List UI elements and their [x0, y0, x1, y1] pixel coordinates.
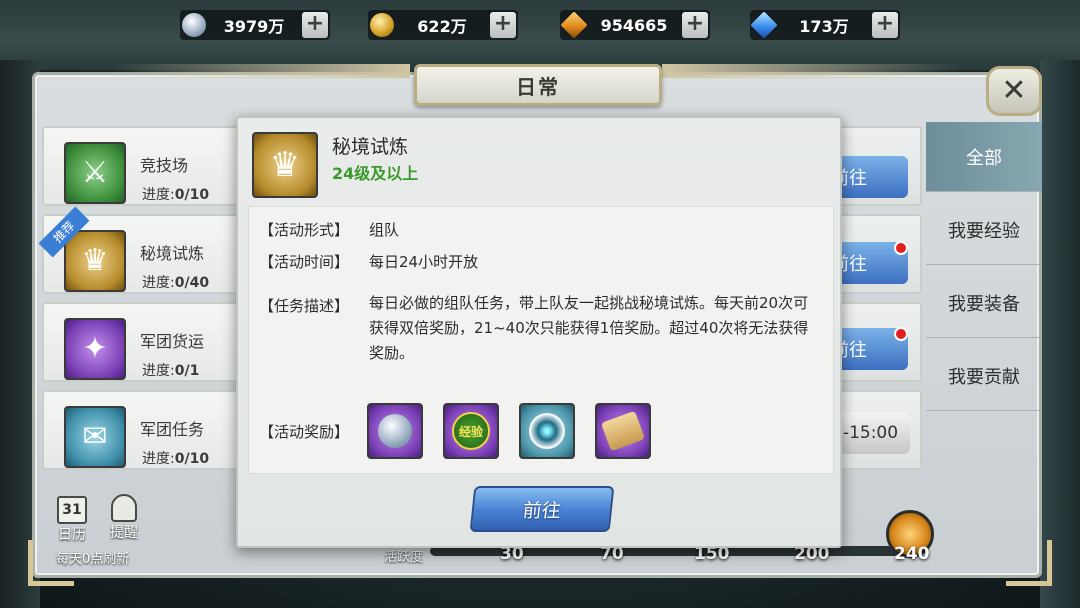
close-button[interactable]: ✕	[986, 66, 1042, 116]
add-silver-button[interactable]: +	[302, 12, 328, 38]
list-item-legion-task[interactable]: ✉ 军团任务 进度:0/10	[42, 390, 252, 470]
crown-icon: ♛	[252, 132, 318, 198]
form-label: 【活动形式】	[259, 221, 350, 239]
activity-name: 竞技场	[140, 156, 189, 175]
calendar-button[interactable]: 31 日历	[54, 496, 90, 544]
blue-diamond-icon	[750, 11, 778, 39]
activity-name: 秘境试炼	[140, 244, 205, 263]
window-title-banner: 日常	[414, 64, 662, 106]
list-item-secret-trial[interactable]: ♛ 推荐 秘境试炼 进度:0/40	[38, 206, 252, 294]
activity-name: 军团货运	[140, 332, 205, 351]
tab-contribution[interactable]: 我要贡献	[926, 341, 1042, 411]
title-wing-right	[662, 64, 962, 78]
currency-diamond: 173万 +	[750, 10, 900, 40]
exp-badge: 经验	[452, 412, 490, 450]
activity-name: 军团任务	[140, 420, 205, 439]
currency-gold: 622万 +	[368, 10, 518, 40]
activity-detail-popup: ♛ 秘境试炼 24级及以上 【活动形式】 组队 【活动时间】 每日24小时开放 …	[236, 116, 842, 548]
window-title: 日常	[516, 74, 560, 99]
scene-background-top	[0, 0, 1080, 70]
activity-points-label: 活跃度	[384, 550, 424, 565]
form-value: 组队	[369, 221, 400, 239]
description-label: 【任务描述】	[259, 297, 350, 315]
activity-progress: 进度:0/40	[142, 275, 210, 291]
crown-icon: ♛	[64, 230, 126, 292]
popup-title: 秘境试炼	[332, 136, 409, 158]
crossed-swords-icon: ⚔	[64, 142, 126, 204]
add-diamond-button[interactable]: +	[872, 12, 898, 38]
scroll-icon: ✉	[64, 406, 126, 468]
currency-gold-value: 622万	[417, 17, 467, 36]
activity-info-box: 【活动形式】 组队 【活动时间】 每日24小时开放 【任务描述】 每日必做的组队…	[248, 206, 834, 474]
scroll-reward-icon[interactable]	[595, 403, 651, 459]
activity-progress: 进度:0/10	[142, 451, 210, 467]
tab-all[interactable]: 全部	[926, 122, 1042, 192]
gold-coin-icon	[370, 13, 394, 37]
time-value: 每日24小时开放	[369, 253, 479, 271]
orange-gem-icon	[560, 11, 588, 39]
scene-background-right	[1040, 60, 1080, 608]
add-gem-button[interactable]: +	[682, 12, 708, 38]
silver-reward-icon[interactable]	[367, 403, 423, 459]
list-item-legion-cargo[interactable]: ✦ 军团货运 进度:0/1	[42, 302, 252, 382]
currency-silver-value: 3979万	[223, 17, 285, 36]
panel-corner-ornament-right	[1006, 540, 1052, 586]
exp-reward-icon[interactable]: 经验	[443, 403, 499, 459]
activity-progress: 进度:0/1	[142, 363, 200, 379]
close-icon: ✕	[1001, 73, 1027, 108]
silver-coin-icon	[182, 13, 206, 37]
wagon-icon: ✦	[64, 318, 126, 380]
notification-dot	[894, 241, 908, 255]
activity-progress: 进度:0/10	[142, 187, 210, 203]
silver-coin-icon	[378, 414, 412, 448]
eye-emblem-icon	[529, 413, 565, 449]
calendar-icon: 31	[57, 496, 87, 524]
currency-silver: 3979万 +	[180, 10, 330, 40]
bell-icon	[111, 494, 137, 522]
currency-diamond-value: 173万	[799, 17, 849, 36]
remind-button[interactable]: 提醒	[104, 494, 144, 544]
add-gold-button[interactable]: +	[490, 12, 516, 38]
tab-equipment[interactable]: 我要装备	[926, 268, 1042, 338]
title-wing-left	[110, 64, 410, 78]
level-requirement: 24级及以上	[332, 164, 419, 183]
go-button[interactable]: 前往	[469, 486, 615, 532]
time-label: 【活动时间】	[259, 253, 350, 271]
calendar-label: 日历	[58, 527, 86, 543]
tab-experience[interactable]: 我要经验	[926, 195, 1042, 265]
list-item-arena[interactable]: ⚔ 竞技场 进度:0/10	[42, 126, 252, 206]
refresh-note: 每天0点刷新	[56, 552, 130, 567]
currency-gem: 954665 +	[560, 10, 710, 40]
description-text: 每日必做的组队任务，带上队友一起挑战秘境试炼。每天前20次可获得双倍奖励，21~…	[369, 294, 809, 362]
eye-emblem-reward-icon[interactable]	[519, 403, 575, 459]
rewards-label: 【活动奖励】	[259, 423, 350, 441]
remind-label: 提醒	[110, 525, 138, 541]
scroll-icon	[600, 410, 646, 452]
milestone-value[interactable]: 240	[894, 544, 930, 564]
notification-dot	[894, 327, 908, 341]
currency-gem-value: 954665	[600, 15, 668, 35]
